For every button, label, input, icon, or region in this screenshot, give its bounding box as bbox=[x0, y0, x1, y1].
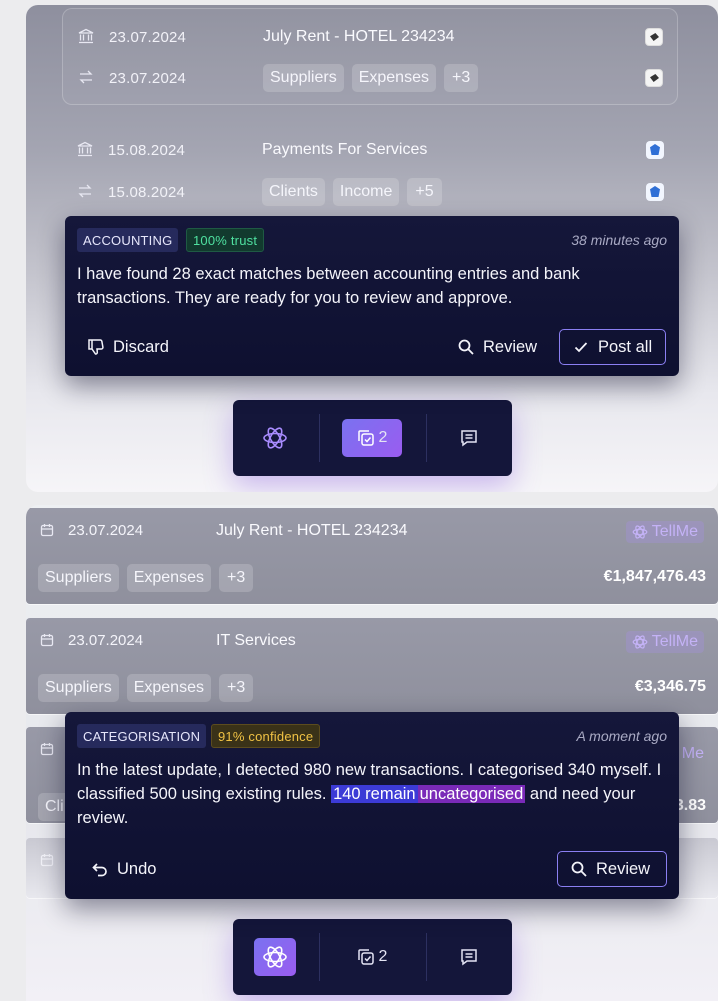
bank-icon bbox=[77, 28, 95, 46]
thumbs-down-icon bbox=[88, 339, 104, 355]
transaction-description: IT Services bbox=[216, 632, 296, 649]
bank-logo-icon bbox=[646, 183, 664, 201]
transaction-amount: €1,847,476.43 bbox=[603, 568, 706, 585]
review-button[interactable]: Review bbox=[445, 329, 549, 365]
more-tags-chip[interactable]: +3 bbox=[443, 64, 479, 92]
confidence-badge: 91% confidence bbox=[211, 724, 321, 748]
more-tags-chip[interactable]: +5 bbox=[407, 178, 442, 206]
transfer-arrows-icon bbox=[76, 183, 94, 201]
tag-chip[interactable]: Income bbox=[332, 178, 400, 206]
timestamp: 38 minutes ago bbox=[571, 232, 667, 248]
timestamp: A moment ago bbox=[576, 728, 667, 744]
search-icon bbox=[458, 339, 474, 355]
transfer-arrows-icon bbox=[77, 69, 95, 87]
undo-icon bbox=[92, 863, 107, 877]
undo-button[interactable]: Undo bbox=[79, 851, 168, 887]
tag-chip[interactable]: Clients bbox=[262, 178, 325, 206]
search-icon bbox=[571, 861, 587, 877]
review-label: Review bbox=[596, 859, 651, 878]
bank-date: 23.07.2024 bbox=[109, 28, 187, 46]
chat-button[interactable] bbox=[448, 938, 490, 976]
check-icon bbox=[574, 342, 588, 353]
atom-icon bbox=[263, 946, 287, 968]
category-badge: ACCOUNTING bbox=[77, 228, 179, 252]
calendar-icon bbox=[40, 633, 54, 647]
transaction-transfer-row[interactable]: 15.08.2024 Clients Income +5 bbox=[62, 174, 678, 210]
tasks-icon bbox=[357, 949, 374, 965]
undo-label: Undo bbox=[117, 859, 157, 878]
transaction-description: July Rent - HOTEL 234234 bbox=[263, 28, 455, 45]
notification-message: I have found 28 exact matches between ac… bbox=[77, 265, 580, 307]
notification-message: In the latest update, I detected 980 new… bbox=[77, 758, 663, 830]
transaction-group[interactable]: 15.08.2024 Payments For Services 15.08.2… bbox=[62, 132, 678, 222]
tasks-button[interactable]: 2 bbox=[342, 938, 402, 976]
transaction-amount: 3.83 bbox=[674, 797, 706, 814]
ai-notification-card: CATEGORISATION 91% confidence A moment a… bbox=[65, 712, 679, 899]
transfer-date: 23.07.2024 bbox=[109, 69, 187, 87]
tag-chip[interactable]: Expenses bbox=[126, 564, 211, 592]
tellme-label: TellMe bbox=[651, 633, 698, 650]
transaction-bank-row[interactable]: 23.07.2024 July Rent - HOTEL 234234 bbox=[63, 19, 677, 55]
transaction-description: Payments For Services bbox=[262, 141, 428, 158]
tellme-button[interactable]: TellMe bbox=[625, 631, 704, 653]
post-all-button[interactable]: Post all bbox=[559, 329, 666, 365]
ai-notification-card: ACCOUNTING 100% trust 38 minutes ago I h… bbox=[65, 216, 679, 376]
transaction-description: July Rent - HOTEL 234234 bbox=[216, 522, 408, 539]
assistant-button[interactable] bbox=[254, 419, 296, 457]
tag-chip[interactable]: Suppliers bbox=[38, 674, 119, 702]
tellme-label: TellMe bbox=[651, 523, 698, 540]
transaction-date: 23.07.2024 bbox=[68, 522, 144, 539]
bank-logo-icon bbox=[645, 28, 663, 46]
more-tags-chip[interactable]: +3 bbox=[218, 564, 254, 592]
assistant-toolbar: 2 bbox=[233, 400, 512, 476]
review-label: Review bbox=[483, 337, 538, 356]
bank-logo-icon bbox=[646, 141, 664, 159]
more-tags-chip[interactable]: +3 bbox=[218, 674, 254, 702]
transaction-row[interactable]: 23.07.2024 IT Services TellMe Suppliers … bbox=[26, 618, 718, 714]
tag-chip[interactable]: Expenses bbox=[351, 64, 436, 92]
assistant-button[interactable] bbox=[254, 938, 296, 976]
calendar-icon bbox=[40, 853, 54, 867]
bank-date: 15.08.2024 bbox=[108, 141, 186, 159]
bank-icon bbox=[76, 141, 94, 159]
chat-icon bbox=[461, 430, 477, 447]
tag-list: Clients Income +5 bbox=[262, 178, 442, 206]
bank-logo-icon bbox=[645, 69, 663, 87]
tag-chip[interactable]: Expenses bbox=[126, 674, 211, 702]
tag-list: Suppliers Expenses +3 bbox=[263, 64, 479, 92]
discard-label: Discard bbox=[113, 337, 169, 356]
tellme-fragment: Me bbox=[681, 745, 704, 762]
tag-chip[interactable]: Suppliers bbox=[38, 564, 119, 592]
review-button[interactable]: Review bbox=[557, 851, 667, 887]
tag-list: Suppliers Expenses +3 bbox=[38, 674, 254, 702]
tasks-button[interactable]: 2 bbox=[342, 419, 402, 457]
transfer-date: 15.08.2024 bbox=[108, 183, 186, 201]
tasks-icon bbox=[357, 430, 374, 446]
chat-button[interactable] bbox=[448, 419, 490, 457]
tag-list: Suppliers Expenses +3 bbox=[38, 564, 254, 592]
trust-badge: 100% trust bbox=[186, 228, 265, 252]
atom-icon bbox=[632, 635, 648, 649]
transaction-transfer-row[interactable]: 23.07.2024 Suppliers Expenses +3 bbox=[63, 60, 677, 96]
transaction-date: 23.07.2024 bbox=[68, 632, 144, 649]
transaction-group[interactable]: 23.07.2024 July Rent - HOTEL 234234 23.0… bbox=[62, 8, 678, 105]
atom-icon bbox=[263, 427, 287, 449]
transaction-amount: €3,346.75 bbox=[634, 678, 706, 695]
calendar-icon bbox=[40, 523, 54, 537]
category-badge: CATEGORISATION bbox=[77, 724, 207, 748]
task-count: 2 bbox=[378, 429, 388, 446]
post-all-label: Post all bbox=[598, 337, 653, 356]
assistant-toolbar: 2 bbox=[233, 919, 512, 995]
transaction-row[interactable]: 23.07.2024 July Rent - HOTEL 234234 Tell… bbox=[26, 508, 718, 604]
highlighted-text: 140 remain bbox=[331, 785, 418, 803]
tag-chip[interactable]: Suppliers bbox=[263, 64, 344, 92]
highlighted-text: uncategorised bbox=[417, 785, 526, 803]
transaction-bank-row[interactable]: 15.08.2024 Payments For Services bbox=[62, 132, 678, 168]
task-count: 2 bbox=[378, 948, 388, 965]
tellme-button[interactable]: TellMe bbox=[625, 521, 704, 543]
discard-button[interactable]: Discard bbox=[75, 329, 181, 365]
chat-icon bbox=[461, 949, 477, 966]
calendar-icon bbox=[40, 742, 54, 756]
atom-icon bbox=[632, 525, 648, 539]
